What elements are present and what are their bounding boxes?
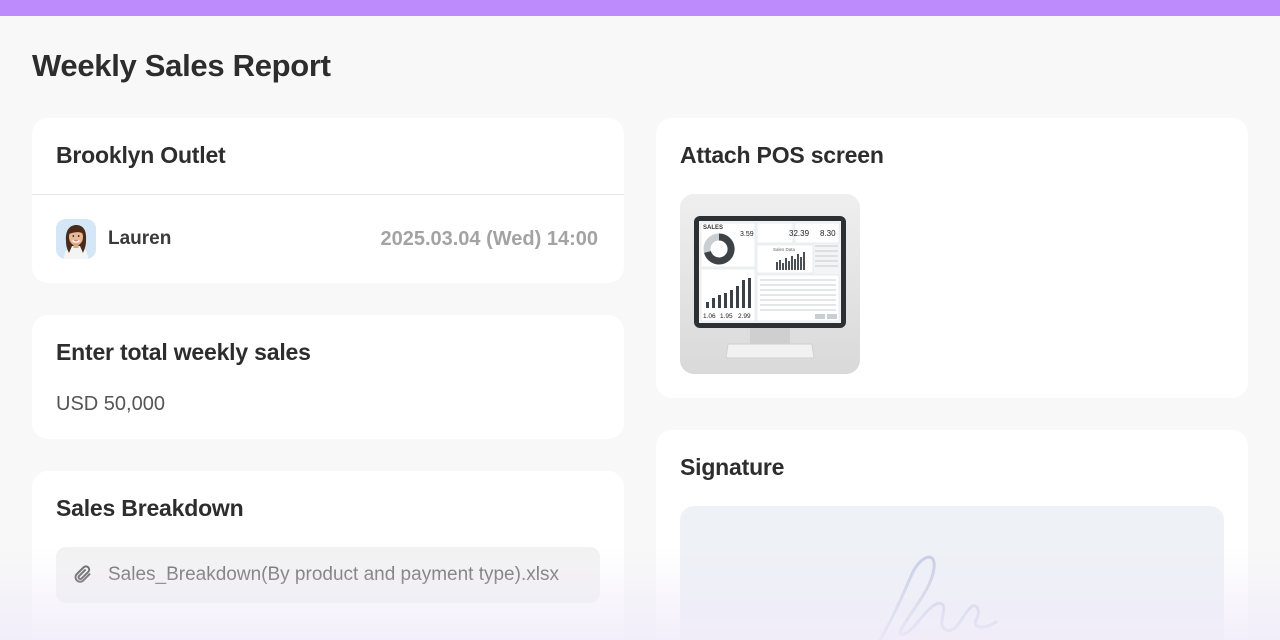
sales-breakdown-title: Sales Breakdown	[56, 495, 244, 521]
pos-chart-caption: Sales Data	[773, 247, 796, 252]
report-timestamp: 2025.03.04 (Wed) 14:00	[380, 227, 598, 250]
pos-screen-thumbnail[interactable]: SALES 3.59 32.39 8.30 Sales Data 1.06 1.…	[680, 194, 860, 374]
paperclip-icon	[72, 563, 96, 587]
sales-breakdown-card: Sales Breakdown Sales_Breakdown(By produ…	[32, 471, 624, 640]
attach-pos-card: Attach POS screen SALES 3.59 32.39 8.30 …	[656, 118, 1248, 398]
pos-screen-title: SALES	[703, 225, 723, 231]
author-row: Lauren 2025.03.04 (Wed) 14:00	[56, 219, 598, 259]
divider	[32, 194, 624, 195]
user-name: Lauren	[108, 228, 172, 249]
total-sales-card: Enter total weekly sales USD 50,000	[32, 315, 624, 439]
avatar	[56, 219, 96, 259]
pos-readout: 3.59	[740, 231, 754, 238]
signature-card: Signature	[656, 430, 1248, 640]
outlet-card: Brooklyn Outlet Lauren 2025.03.04 (Wed) …	[32, 118, 624, 283]
outlet-name: Brooklyn Outlet	[56, 142, 226, 168]
pos-readout: 8.30	[820, 229, 836, 238]
page-title: Weekly Sales Report	[32, 48, 331, 83]
attachment-file[interactable]: Sales_Breakdown(By product and payment t…	[56, 547, 600, 603]
pos-footer-value: 1.06	[703, 313, 716, 320]
pos-readout: 32.39	[789, 229, 810, 238]
pos-footer-value: 2.99	[738, 313, 751, 320]
attachment-file-name: Sales_Breakdown(By product and payment t…	[108, 564, 559, 585]
top-accent-bar	[0, 0, 1280, 16]
signature-stroke	[878, 555, 998, 640]
total-sales-value[interactable]: USD 50,000	[56, 393, 165, 416]
signature-title: Signature	[680, 454, 785, 480]
total-sales-title: Enter total weekly sales	[56, 339, 311, 365]
pos-footer-value: 1.95	[720, 313, 733, 320]
attach-pos-title: Attach POS screen	[680, 142, 884, 168]
signature-pad[interactable]	[680, 506, 1224, 640]
